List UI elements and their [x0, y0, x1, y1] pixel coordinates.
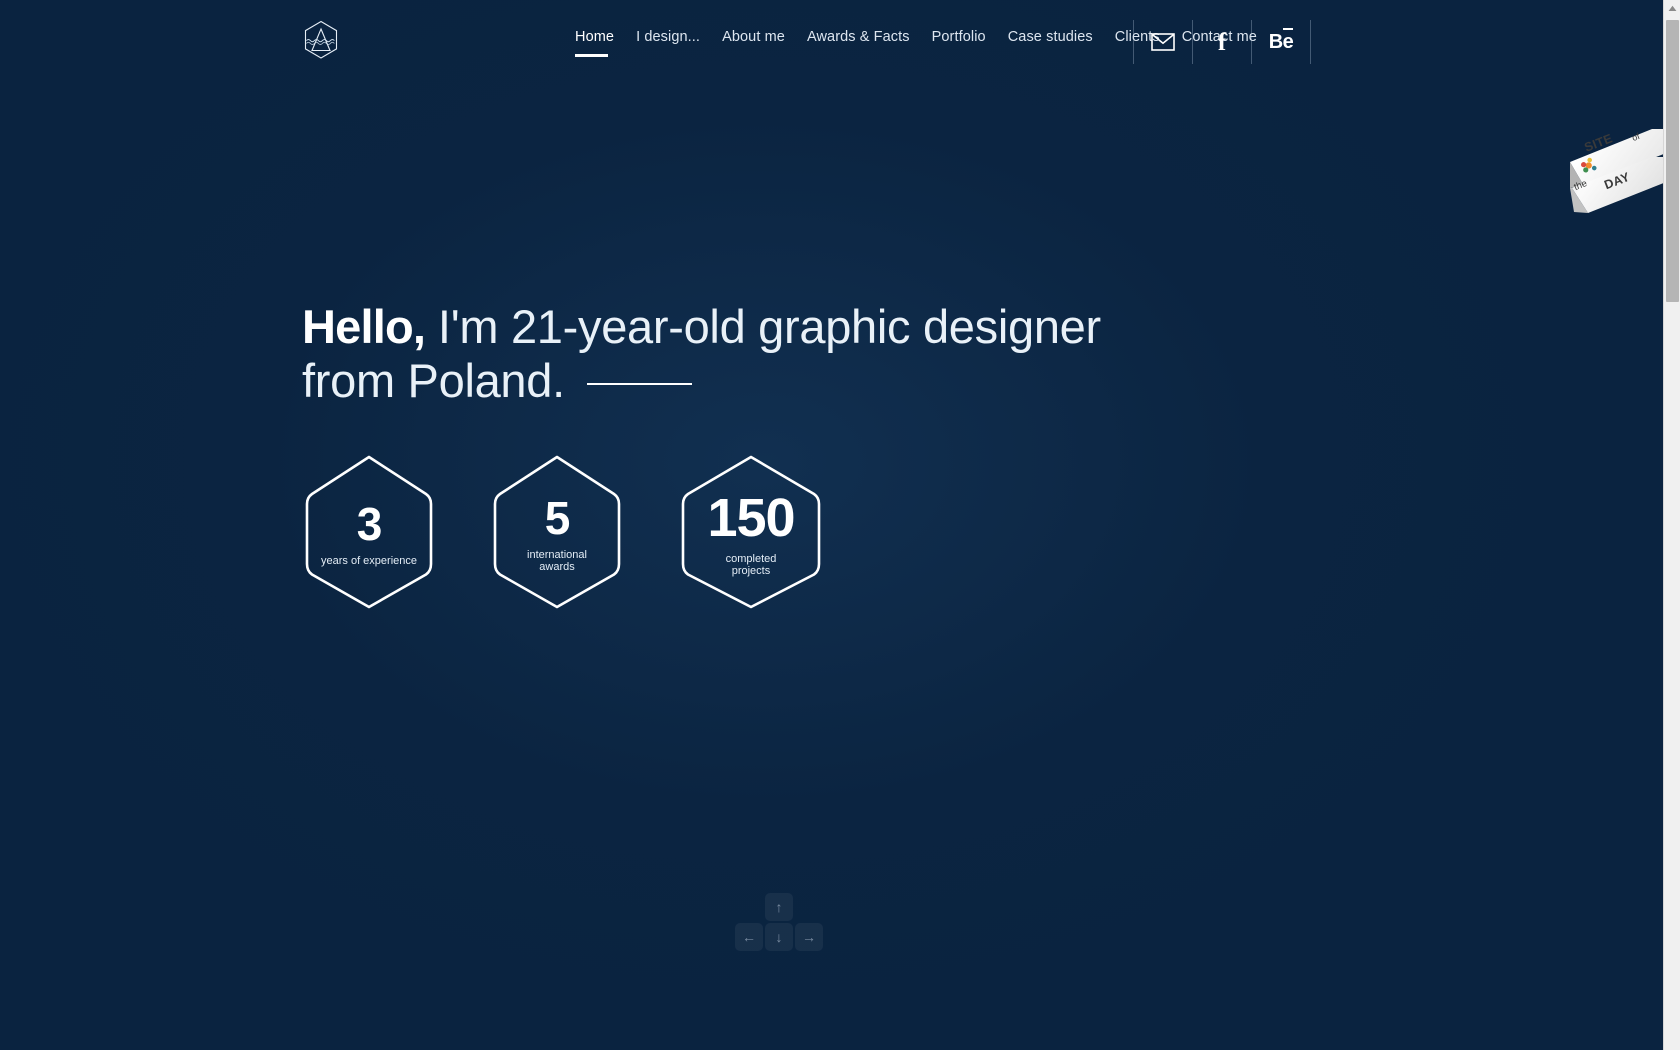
stat-badge-projects: 150 completed projects — [678, 452, 824, 612]
nav-label: Awards & Facts — [806, 29, 910, 45]
headline-greeting: Hello, — [302, 300, 426, 353]
badge-label: years of experience — [321, 554, 417, 567]
nav-item-awards-facts[interactable]: Awards & Facts — [796, 28, 921, 46]
scroll-up-icon — [1668, 5, 1677, 11]
nav-item-about-me[interactable]: About me — [711, 28, 796, 46]
logo-svg — [304, 20, 338, 59]
stats-badges: 3 years of experience 5 international aw… — [302, 452, 824, 612]
nav-label: Home — [575, 29, 615, 45]
divider — [1310, 20, 1311, 64]
arrow-down-icon: ↓ — [775, 929, 783, 945]
nav-label: Portfolio — [931, 29, 986, 45]
nav-item-case-studies[interactable]: Case studies — [997, 28, 1104, 46]
behance-glyph: Be — [1268, 27, 1294, 54]
nav-item-home[interactable]: Home — [575, 28, 625, 57]
nav-item-i-design[interactable]: I design... — [625, 28, 711, 46]
hexagon-mountain-logo[interactable] — [302, 19, 340, 67]
nav-label: Case studies — [1007, 29, 1093, 45]
facebook-glyph: f — [1217, 28, 1227, 56]
mail-icon[interactable] — [1134, 20, 1192, 64]
arrow-right-icon: → — [802, 929, 816, 945]
headline-line2-text: from Poland. — [302, 354, 565, 407]
badge-label-line1: completed — [725, 552, 777, 565]
social-links: f Be — [1133, 20, 1311, 64]
badge-number: 150 — [707, 487, 795, 548]
arrow-up-key[interactable]: ↑ — [765, 893, 793, 921]
badge-content: 3 years of experience — [302, 452, 436, 612]
keyboard-nav-hint: ↑ ← ↓ → — [732, 893, 826, 951]
behance-text: Be — [1268, 30, 1294, 53]
nav-item-portfolio[interactable]: Portfolio — [921, 28, 997, 46]
stat-badge-awards: 5 international awards — [490, 452, 624, 612]
facebook-icon[interactable]: f — [1193, 20, 1251, 64]
scrollbar-thumb[interactable] — [1666, 20, 1679, 302]
key-row-bottom: ← ↓ → — [732, 923, 826, 951]
hero-section: Hello, I'm 21-year-old graphic designer … — [302, 300, 1102, 408]
scrollbar-up-arrow[interactable] — [1664, 0, 1680, 17]
badge-label-line1: international — [527, 548, 587, 561]
arrow-left-key[interactable]: ← — [735, 923, 763, 951]
headline-line-2: from Poland. — [302, 354, 1102, 408]
page-title: Hello, I'm 21-year-old graphic designer … — [302, 300, 1102, 408]
nav-label: I design... — [636, 29, 701, 45]
vertical-scrollbar[interactable] — [1663, 0, 1680, 1050]
badge-label-line2: awards — [539, 561, 575, 573]
key-row-top: ↑ — [732, 893, 826, 921]
stat-badge-years: 3 years of experience — [302, 452, 436, 612]
arrow-right-key[interactable]: → — [795, 923, 823, 951]
headline-line-1: Hello, I'm 21-year-old graphic designer — [302, 300, 1102, 354]
badge-label: international awards — [527, 549, 587, 574]
arrow-down-key[interactable]: ↓ — [765, 923, 793, 951]
badge-number: 3 — [356, 497, 383, 550]
site-of-the-day-ribbon[interactable]: SITE of the DAY — [1548, 108, 1663, 218]
headline-rule — [586, 383, 692, 385]
headline-rest: I'm 21-year-old graphic designer — [425, 300, 1101, 353]
badge-number: 5 — [544, 491, 571, 544]
mail-icon-svg — [1151, 33, 1175, 51]
badge-content: 150 completed projects — [678, 452, 824, 612]
nav-label: About me — [722, 29, 785, 45]
arrow-up-icon: ↑ — [775, 899, 783, 915]
ribbon-svg — [1570, 129, 1663, 213]
behance-icon[interactable]: Be — [1252, 20, 1310, 64]
behance-bar — [1283, 27, 1294, 30]
badge-content: 5 international awards — [490, 452, 624, 612]
badge-label: completed projects — [726, 553, 777, 578]
badge-label-line2: projects — [731, 565, 771, 577]
arrow-left-icon: ← — [742, 929, 756, 945]
active-indicator — [575, 54, 608, 57]
site-header: Home I design... About me Awards & Facts… — [0, 0, 1663, 86]
page-canvas: Home I design... About me Awards & Facts… — [0, 0, 1663, 1050]
